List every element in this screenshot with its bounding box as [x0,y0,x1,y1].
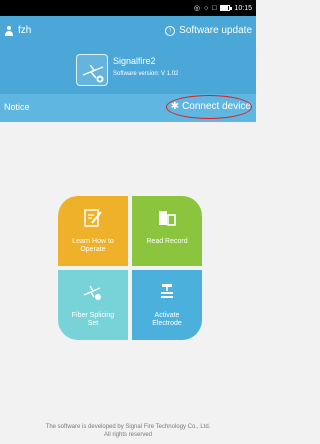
tile-label-line2: Operate [80,246,106,253]
arrow-up-icon: ↑ [165,25,176,36]
software-update-label: Software update [179,25,252,36]
notice-label[interactable]: Notice [4,102,30,112]
edit-icon [84,209,102,227]
read-record-tile[interactable]: Read Record [132,196,202,266]
record-icon [159,211,176,226]
status-bar: ◎ ○ □ 10:15 [0,0,256,16]
status-time: 10:15 [234,4,252,12]
square-icon: □ [212,4,217,12]
battery-icon [220,5,233,11]
app-logo: ✱ [76,54,108,86]
status-icons: ◎ ○ □ 10:15 [194,2,252,14]
tile-label: Activate Electrode [132,312,202,328]
app-name: Signalfire2 [113,56,156,66]
app-header: fzh ↑ Software update ✱ Signalfire2 Soft… [0,16,256,94]
tile-label: Fiber Splicing Set [58,312,128,328]
fiber-splicing-icon [83,285,101,300]
software-version: Software version: V 1.02 [113,71,179,77]
activate-electrode-tile[interactable]: Activate Electrode [132,270,202,340]
tile-label-line2: Set [87,320,99,327]
fusion-splicer-icon: ✱ [82,64,104,83]
highlight-circle [166,95,252,119]
user-account[interactable]: fzh [4,25,31,36]
software-update-button[interactable]: ↑ Software update [165,25,252,36]
main-content: Learn How to Operate Read Record Fiber S… [0,122,256,444]
electrode-icon [161,284,173,298]
fiber-splicing-set-tile[interactable]: Fiber Splicing Set [58,270,128,340]
wifi-icon: ◎ [193,5,200,12]
tile-label-line1: Activate [154,312,180,319]
tile-label-line1: Learn How to [72,238,114,245]
footer-rights: All rights reserved [103,432,153,438]
user-icon [4,25,14,36]
footer-developer: The software is developed by Signal Fire… [45,424,211,430]
tile-label-line1: Read Record [146,238,188,245]
learn-how-to-operate-tile[interactable]: Learn How to Operate [58,196,128,266]
tile-label-line2: Electrode [152,320,182,327]
sync-icon: ○ [204,4,209,12]
username: fzh [18,25,32,36]
tile-label-line1: Fiber Splicing [71,312,115,319]
tile-label: Read Record [132,238,202,246]
notice-bar: Notice ✱ Connect device [0,94,256,122]
tile-label: Learn How to Operate [58,238,128,254]
